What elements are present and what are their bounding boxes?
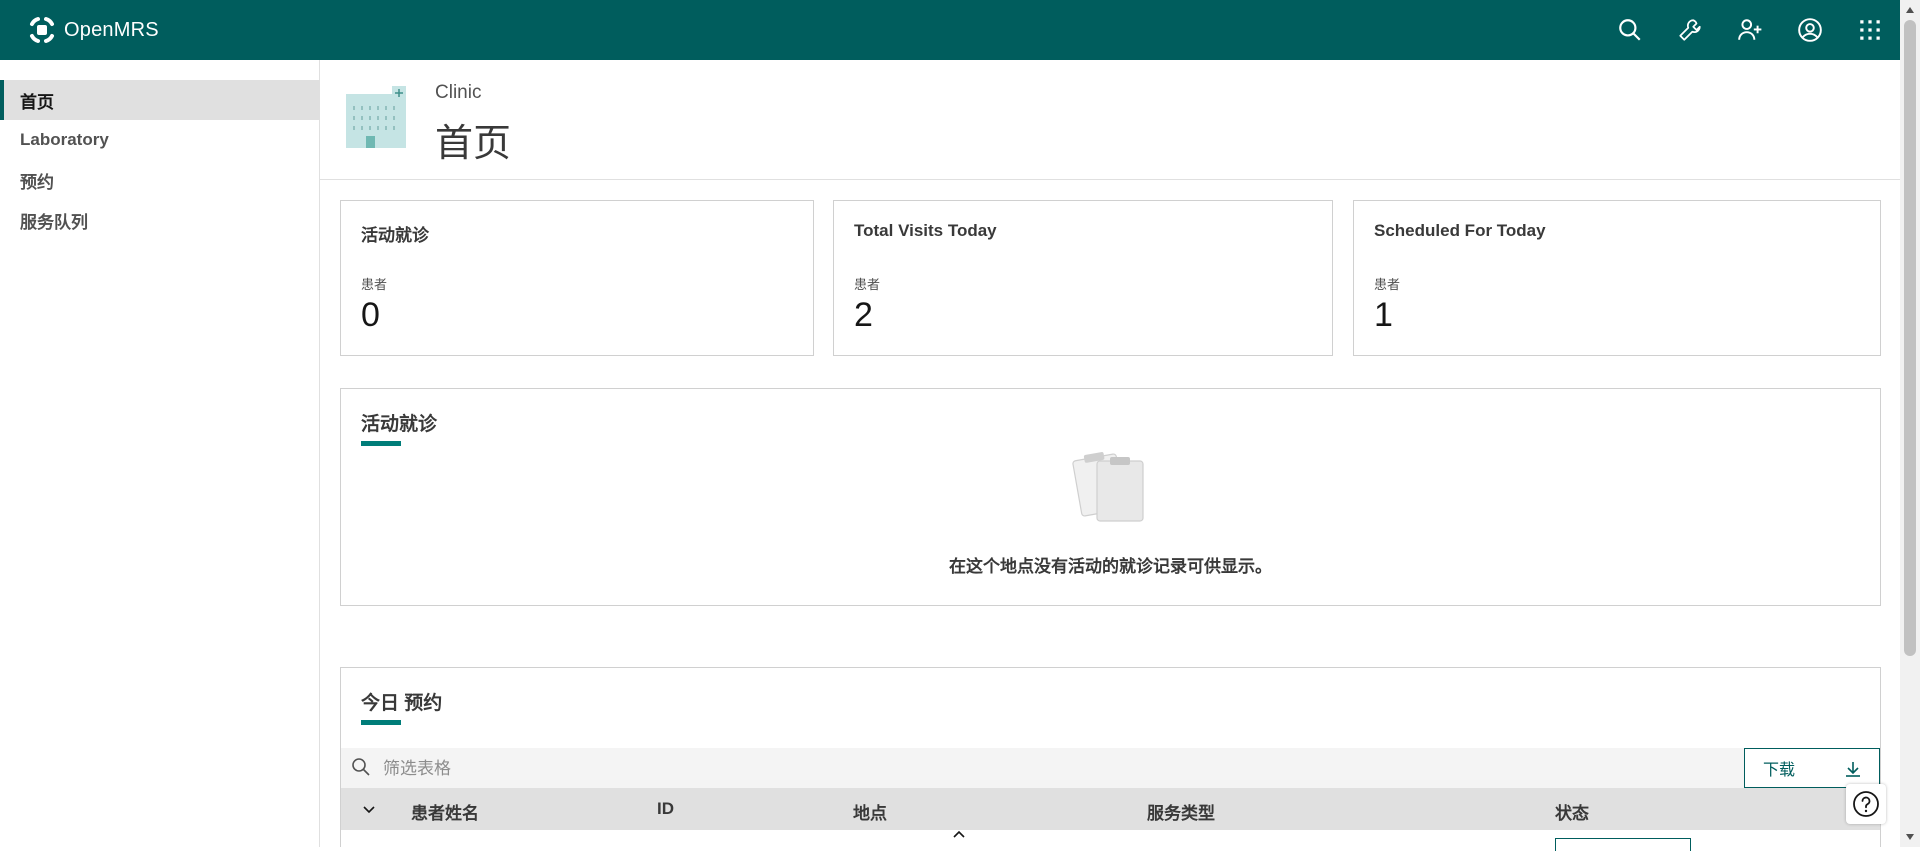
help-button[interactable] [1846, 784, 1886, 824]
active-visits-panel: 活动就诊 在这个地点没有活动的就诊记录可供显示。 [340, 388, 1881, 606]
help-icon [1853, 791, 1879, 817]
chevron-up-icon [953, 830, 965, 838]
column-header-id[interactable]: ID [657, 799, 674, 819]
app-menu-icon [1860, 20, 1880, 40]
appointments-panel: 今日 预约 下载 患者姓名 ID 地点 服务类型 状态 [340, 667, 1881, 851]
chevron-down-icon[interactable] [359, 799, 379, 819]
metric-card-value: 1 [1374, 296, 1393, 334]
empty-clipboard-icon [1072, 452, 1144, 522]
sidebar-item-appointments[interactable]: 预约 [0, 160, 319, 200]
sidebar-item-service-queues[interactable]: 服务队列 [0, 200, 319, 240]
main-content: Clinic 首页 活动就诊 患者 0 Total Visits Today 患… [320, 60, 1900, 851]
table-toolbar: 下载 [341, 748, 1880, 788]
panel-title: 活动就诊 [361, 414, 438, 435]
empty-state-message: 在这个地点没有活动的就诊记录可供显示。 [949, 557, 1272, 577]
page-title: 首页 [435, 121, 512, 165]
sidebar-item-laboratory[interactable]: Laboratory [0, 120, 319, 160]
panel-title-underline [361, 441, 401, 446]
sidebar: 首页 Laboratory 预约 服务队列 [0, 60, 320, 847]
page-header: Clinic 首页 [320, 60, 1900, 180]
add-patient-button[interactable] [1720, 0, 1780, 60]
search-icon [1619, 19, 1641, 41]
system-admin-button[interactable] [1660, 0, 1720, 60]
brand[interactable]: OpenMRS [24, 12, 159, 48]
wrench-icon [1679, 19, 1701, 41]
sidebar-item-home[interactable]: 首页 [0, 80, 319, 120]
metric-card-value: 2 [854, 296, 873, 334]
app-menu-button[interactable] [1840, 0, 1900, 60]
page-scrollbar[interactable] [1900, 0, 1920, 847]
column-header-location[interactable]: 地点 [853, 799, 887, 824]
user-menu-button[interactable] [1780, 0, 1840, 60]
metric-card-label: 患者 [854, 278, 881, 293]
column-header-patient-name[interactable]: 患者姓名 [411, 799, 479, 824]
metric-card-title: 活动就诊 [361, 226, 429, 245]
metric-card-active-visits: 活动就诊 患者 0 [340, 200, 814, 356]
panel-title-underline [361, 720, 401, 725]
metric-card-total-visits: Total Visits Today 患者 2 [833, 200, 1333, 356]
metric-card-title: Scheduled For Today [1374, 221, 1546, 240]
top-nav-bar: OpenMRS [0, 0, 1900, 60]
search-button[interactable] [1600, 0, 1660, 60]
panel-title: 今日 预约 [361, 693, 443, 714]
location-label: Clinic [435, 82, 482, 103]
download-button[interactable]: 下载 [1744, 748, 1880, 788]
metric-card-scheduled-today: Scheduled For Today 患者 1 [1353, 200, 1881, 356]
search-icon [352, 758, 370, 776]
download-icon [1846, 762, 1860, 777]
openmrs-logo-icon [30, 17, 54, 43]
scroll-down-arrow-icon[interactable] [1904, 831, 1916, 843]
user-avatar-icon [1798, 18, 1822, 42]
metric-card-label: 患者 [361, 278, 388, 293]
download-label: 下载 [1763, 760, 1796, 779]
column-header-service-type[interactable]: 服务类型 [1147, 799, 1215, 824]
sidebar-nav: 首页 Laboratory 预约 服务队列 [0, 80, 319, 240]
table-row [341, 830, 1880, 851]
metric-card-title: Total Visits Today [854, 221, 997, 240]
metric-card-label: 患者 [1374, 278, 1401, 293]
top-actions [1600, 0, 1900, 60]
table-filter-input[interactable] [381, 753, 1485, 785]
table-header: 患者姓名 ID 地点 服务类型 状态 [341, 788, 1880, 830]
scrollbar-thumb[interactable] [1904, 20, 1916, 656]
clinic-building-icon [346, 86, 406, 148]
column-header-status[interactable]: 状态 [1555, 799, 1589, 824]
scroll-to-top-button[interactable] [939, 826, 979, 847]
scroll-up-arrow-icon[interactable] [1904, 4, 1916, 16]
add-user-icon [1738, 19, 1762, 40]
brand-name: OpenMRS [64, 18, 159, 41]
metric-card-value: 0 [361, 296, 380, 334]
status-badge [1555, 838, 1691, 851]
